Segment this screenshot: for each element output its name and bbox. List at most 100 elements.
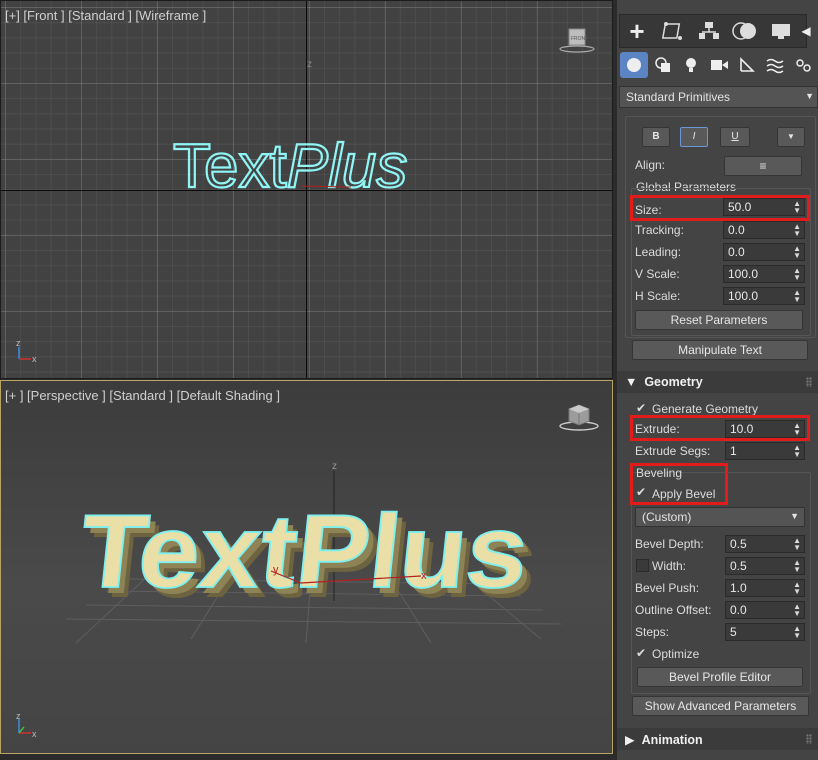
outline-offset-spinner[interactable]: 0.0 ▲ ▼ <box>725 601 805 619</box>
persp-axis-y-label: y <box>273 564 279 576</box>
align-label: Align: <box>635 158 666 172</box>
chevron-down-icon: ▼ <box>805 91 814 101</box>
bevel-push-spinner[interactable]: 1.0 ▲ ▼ <box>725 579 805 597</box>
spinner-arrows-icon[interactable]: ▲ ▼ <box>793 625 801 640</box>
spinner-arrows-icon[interactable]: ▲ ▼ <box>793 267 801 282</box>
align-dropdown[interactable]: ≡ <box>724 156 802 176</box>
reset-parameters-button[interactable]: Reset Parameters <box>635 310 803 330</box>
show-advanced-parameters-button[interactable]: Show Advanced Parameters <box>632 696 809 716</box>
spinner-arrows-icon[interactable]: ▲ ▼ <box>793 245 801 260</box>
outline-offset-value: 0.0 <box>730 603 747 617</box>
spinner-arrows-icon[interactable]: ▲ ▼ <box>793 603 801 618</box>
viewcube-front[interactable]: FRONT <box>557 25 595 63</box>
front-text-part2: Plus <box>287 132 408 201</box>
bevel-depth-label: Bevel Depth: <box>635 537 704 551</box>
tracking-spinner[interactable]: 0.0 ▲ ▼ <box>723 221 805 239</box>
svg-text:x: x <box>32 354 37 364</box>
tracking-value: 0.0 <box>728 223 745 237</box>
generate-geometry-checkbox[interactable]: ✔ <box>636 402 649 415</box>
perspective-viewport-label[interactable]: [+ ] [Perspective ] [Standard ] [Default… <box>5 388 280 403</box>
chevron-down-icon: ▼ <box>790 511 799 521</box>
front-text-wireframe: TextPlus <box>172 131 409 202</box>
bevel-depth-value: 0.5 <box>730 537 747 551</box>
spinner-arrows-icon[interactable]: ▲ ▼ <box>793 289 801 304</box>
spinner-arrows-icon[interactable]: ▲ ▼ <box>793 537 801 552</box>
width-checkbox[interactable] <box>636 559 649 572</box>
width-value: 0.5 <box>730 559 747 573</box>
bevel-push-label: Bevel Push: <box>635 581 700 595</box>
extrude-segs-value: 1 <box>730 444 737 458</box>
outline-offset-label: Outline Offset: <box>635 603 712 617</box>
spinner-arrows-icon[interactable]: ▲ ▼ <box>793 581 801 596</box>
category-dropdown[interactable]: Standard Primitives ▼ <box>619 86 818 108</box>
cameras-icon[interactable] <box>705 52 733 78</box>
perspective-scene: z TextPlus TextPlus TextPlus y x <box>65 461 562 644</box>
hierarchy-tab-icon[interactable] <box>691 14 727 48</box>
display-tab-icon[interactable] <box>763 14 799 48</box>
lights-icon[interactable] <box>677 52 705 78</box>
width-spinner[interactable]: 0.5 ▲ ▼ <box>725 557 805 575</box>
geometry-rollout-header[interactable]: ▼ Geometry <box>617 371 818 393</box>
spacewarps-icon[interactable] <box>761 52 789 78</box>
spinner-arrows-icon[interactable]: ▲ ▼ <box>793 559 801 574</box>
command-panel: + ◀ Standard Primitives ▼ B I U ▼ Align:… <box>617 0 818 760</box>
perspective-viewport[interactable]: z TextPlus TextPlus TextPlus y x [+ ] [P… <box>0 380 613 754</box>
animation-rollout-header[interactable]: ▶ Animation <box>617 728 818 750</box>
systems-icon[interactable] <box>789 52 817 78</box>
leading-spinner[interactable]: 0.0 ▲ ▼ <box>723 243 805 261</box>
front-viewport[interactable]: z [+] [Front ] [Standard ] [Wireframe ] … <box>0 0 613 379</box>
align-center-icon: ≡ <box>759 159 767 173</box>
geometry-rollout-title: Geometry <box>644 375 703 389</box>
v-scale-label: V Scale: <box>635 267 680 281</box>
animation-rollout-title: Animation <box>641 733 703 747</box>
axis-tripod-perspective: zx <box>11 713 41 743</box>
shapes-icon[interactable] <box>649 52 677 78</box>
svg-text:FRONT: FRONT <box>571 36 588 42</box>
create-tab-icon[interactable]: + <box>619 14 655 48</box>
spinner-arrows-icon[interactable]: ▲ ▼ <box>793 444 801 459</box>
drag-grip-icon[interactable] <box>806 734 812 744</box>
drag-grip-icon[interactable] <box>806 377 812 387</box>
extrude-highlight-box <box>630 415 810 441</box>
bevel-profile-editor-button[interactable]: Bevel Profile Editor <box>637 667 803 687</box>
bold-button[interactable]: B <box>642 127 670 147</box>
leading-label: Leading: <box>635 245 682 259</box>
persp-axis-z-label: z <box>332 461 337 472</box>
generate-geometry-label: Generate Geometry <box>652 402 759 416</box>
axis-tripod-front: zx <box>11 339 41 369</box>
italic-button[interactable]: I <box>680 127 708 147</box>
underline-button[interactable]: U <box>720 127 750 147</box>
style-dropdown-button[interactable]: ▼ <box>777 127 805 147</box>
svg-text:x: x <box>32 729 37 739</box>
front-text-part1: Text <box>173 132 287 201</box>
motion-tab-icon[interactable] <box>727 14 763 48</box>
geometry-icon[interactable] <box>620 52 648 78</box>
chevron-down-icon: ▼ <box>787 132 795 141</box>
optimize-label: Optimize <box>652 647 700 661</box>
steps-label: Steps: <box>635 625 670 639</box>
modify-tab-icon[interactable] <box>655 14 691 48</box>
extrude-segs-spinner[interactable]: 1 ▲ ▼ <box>725 442 805 460</box>
steps-spinner[interactable]: 5 ▲ ▼ <box>725 623 805 641</box>
manipulate-text-button[interactable]: Manipulate Text <box>632 340 808 360</box>
panel-expand-arrow-icon[interactable]: ◀ <box>797 14 815 48</box>
svg-text:TextPlus: TextPlus <box>173 132 407 201</box>
size-highlight-box <box>630 195 810 221</box>
category-dropdown-value: Standard Primitives <box>626 90 731 104</box>
svg-text:z: z <box>16 339 21 348</box>
h-scale-label: H Scale: <box>635 289 681 303</box>
viewcube-perspective[interactable] <box>557 401 599 439</box>
h-scale-value: 100.0 <box>728 289 759 303</box>
spinner-arrows-icon[interactable]: ▲ ▼ <box>793 223 801 238</box>
v-scale-spinner[interactable]: 100.0 ▲ ▼ <box>723 265 805 283</box>
optimize-checkbox[interactable]: ✔ <box>636 647 649 660</box>
bevel-depth-spinner[interactable]: 0.5 ▲ ▼ <box>725 535 805 553</box>
bevel-preset-value: (Custom) <box>642 510 692 524</box>
extrude-segs-label: Extrude Segs: <box>635 444 711 458</box>
expand-arrow-icon: ▶ <box>625 733 635 747</box>
persp-axis-x-label: x <box>421 570 427 582</box>
h-scale-spinner[interactable]: 100.0 ▲ ▼ <box>723 287 805 305</box>
tracking-label: Tracking: <box>635 223 684 237</box>
bevel-preset-dropdown[interactable]: (Custom) ▼ <box>635 507 805 527</box>
helpers-icon[interactable] <box>733 52 761 78</box>
